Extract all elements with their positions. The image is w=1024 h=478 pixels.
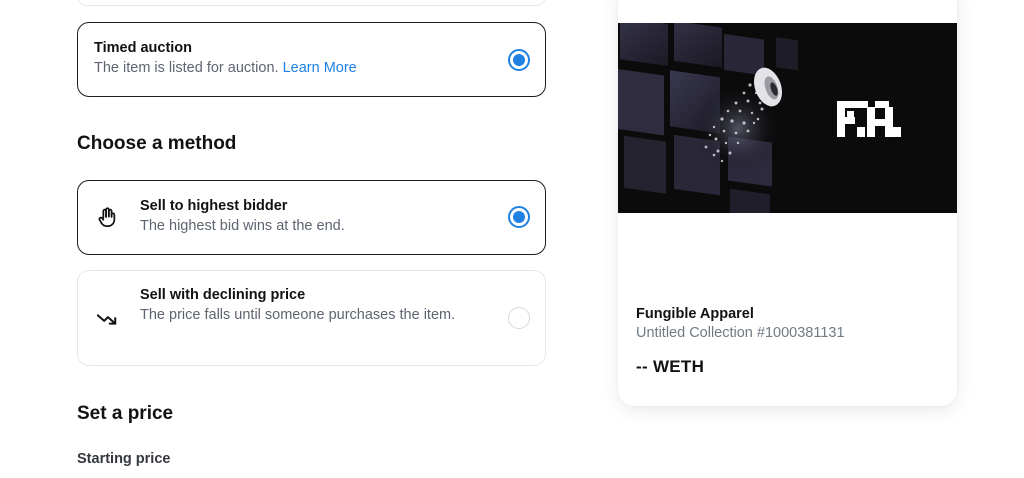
declining-price-title: Sell with declining price [140,287,306,303]
timed-auction-option[interactable]: Timed auction The item is listed for auc… [77,22,546,97]
choose-method-heading: Choose a method [77,133,237,154]
declining-price-option[interactable]: Sell with declining price The price fall… [77,270,546,366]
highest-bidder-radio[interactable] [508,206,530,228]
set-price-heading: Set a price [77,403,174,424]
preview-collection-name: Untitled Collection #1000381131 [636,325,845,341]
preview-price: -- WETH [636,357,705,376]
trending-down-icon [96,314,117,325]
timed-auction-description-text: The item is listed for auction. [94,60,279,76]
preview-image [618,23,957,213]
highest-bidder-option[interactable]: Sell to highest bidder The highest bid w… [77,180,546,255]
preview-card: Fungible Apparel Untitled Collection #10… [618,0,957,406]
highest-bidder-description: The highest bid wins at the end. [140,218,345,234]
declining-price-radio[interactable] [508,307,530,329]
timed-auction-radio[interactable] [508,49,530,71]
preview-artwork [618,23,957,213]
timed-auction-description: The item is listed for auction. Learn Mo… [94,58,357,79]
starting-price-label: Starting price [77,451,171,467]
declining-price-text: Sell with declining price The price fall… [140,287,480,326]
highest-bidder-title: Sell to highest bidder [140,198,288,214]
learn-more-link[interactable]: Learn More [283,60,357,76]
hand-icon [98,207,116,228]
declining-price-description: The price falls until someone purchases … [140,307,456,323]
highest-bidder-text: Sell to highest bidder The highest bid w… [140,198,345,237]
previous-option-card[interactable] [77,0,546,6]
preview-item-name: Fungible Apparel [636,306,754,322]
timed-auction-text: Timed auction The item is listed for auc… [94,40,357,79]
timed-auction-title: Timed auction [94,40,193,56]
preview-info: Fungible Apparel Untitled Collection #10… [636,306,845,377]
